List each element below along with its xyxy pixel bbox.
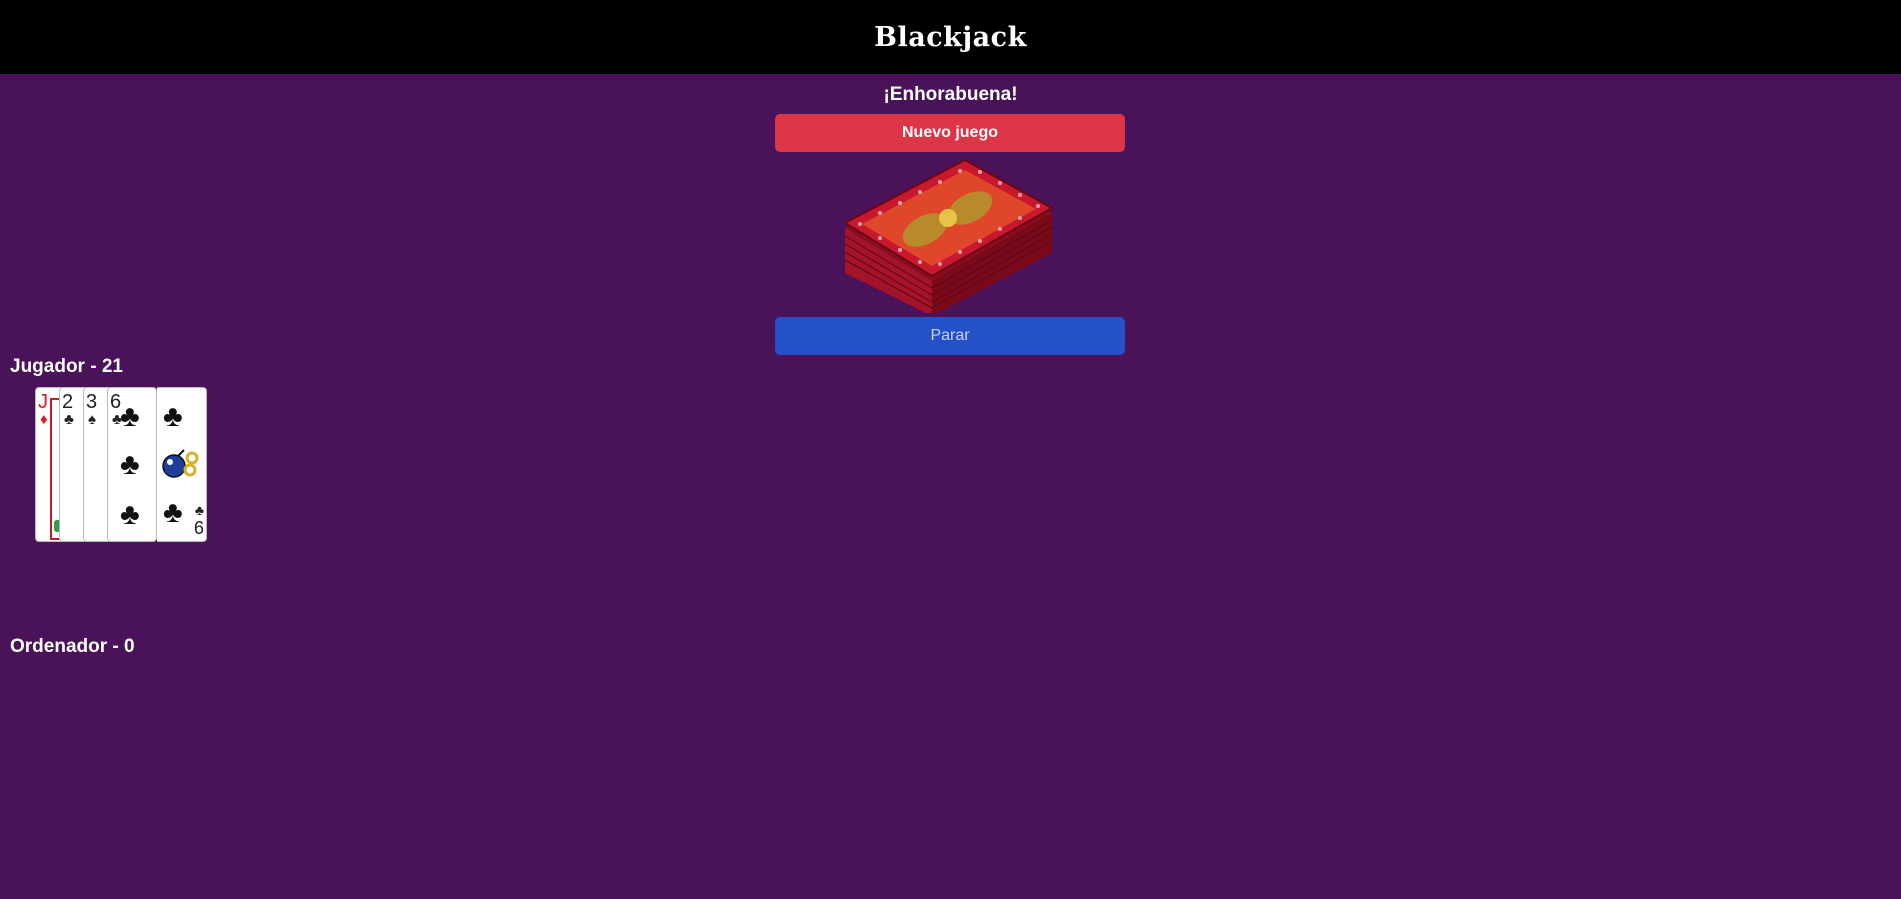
card-nine-clubs: ♣ ♣ ♣ 9 [157, 387, 207, 542]
card-rank: 9 [193, 517, 204, 537]
card-deck[interactable] [840, 158, 1060, 316]
status-message: ¡Enhorabuena! [883, 84, 1018, 105]
card-rank: 2 [62, 391, 74, 413]
club-icon: ♣ [120, 498, 140, 531]
club-icon: ♣ [120, 448, 140, 481]
card-six-clubs: 6 ♣ ♣ ♣ ♣ [107, 387, 157, 542]
app-header: Blackjack [0, 0, 1901, 74]
card-rank: 3 [86, 391, 98, 413]
spade-icon: ♠ [88, 411, 96, 428]
club-icon: ♣ [64, 411, 74, 428]
new-game-button[interactable]: Nuevo juego [775, 114, 1125, 152]
stand-button[interactable]: Parar [775, 317, 1125, 355]
page-title: Blackjack [874, 21, 1027, 53]
club-icon: ♣ [163, 400, 183, 433]
bomb-icon [162, 449, 199, 478]
club-icon: ♣ [120, 400, 140, 433]
player-score: Jugador - 21 [10, 356, 123, 377]
diamond-icon: ♦ [40, 411, 48, 428]
club-icon: ♣ [163, 496, 183, 529]
card-rank: J [38, 391, 48, 413]
deck-image [842, 158, 1055, 316]
computer-score: Ordenador - 0 [10, 636, 135, 657]
